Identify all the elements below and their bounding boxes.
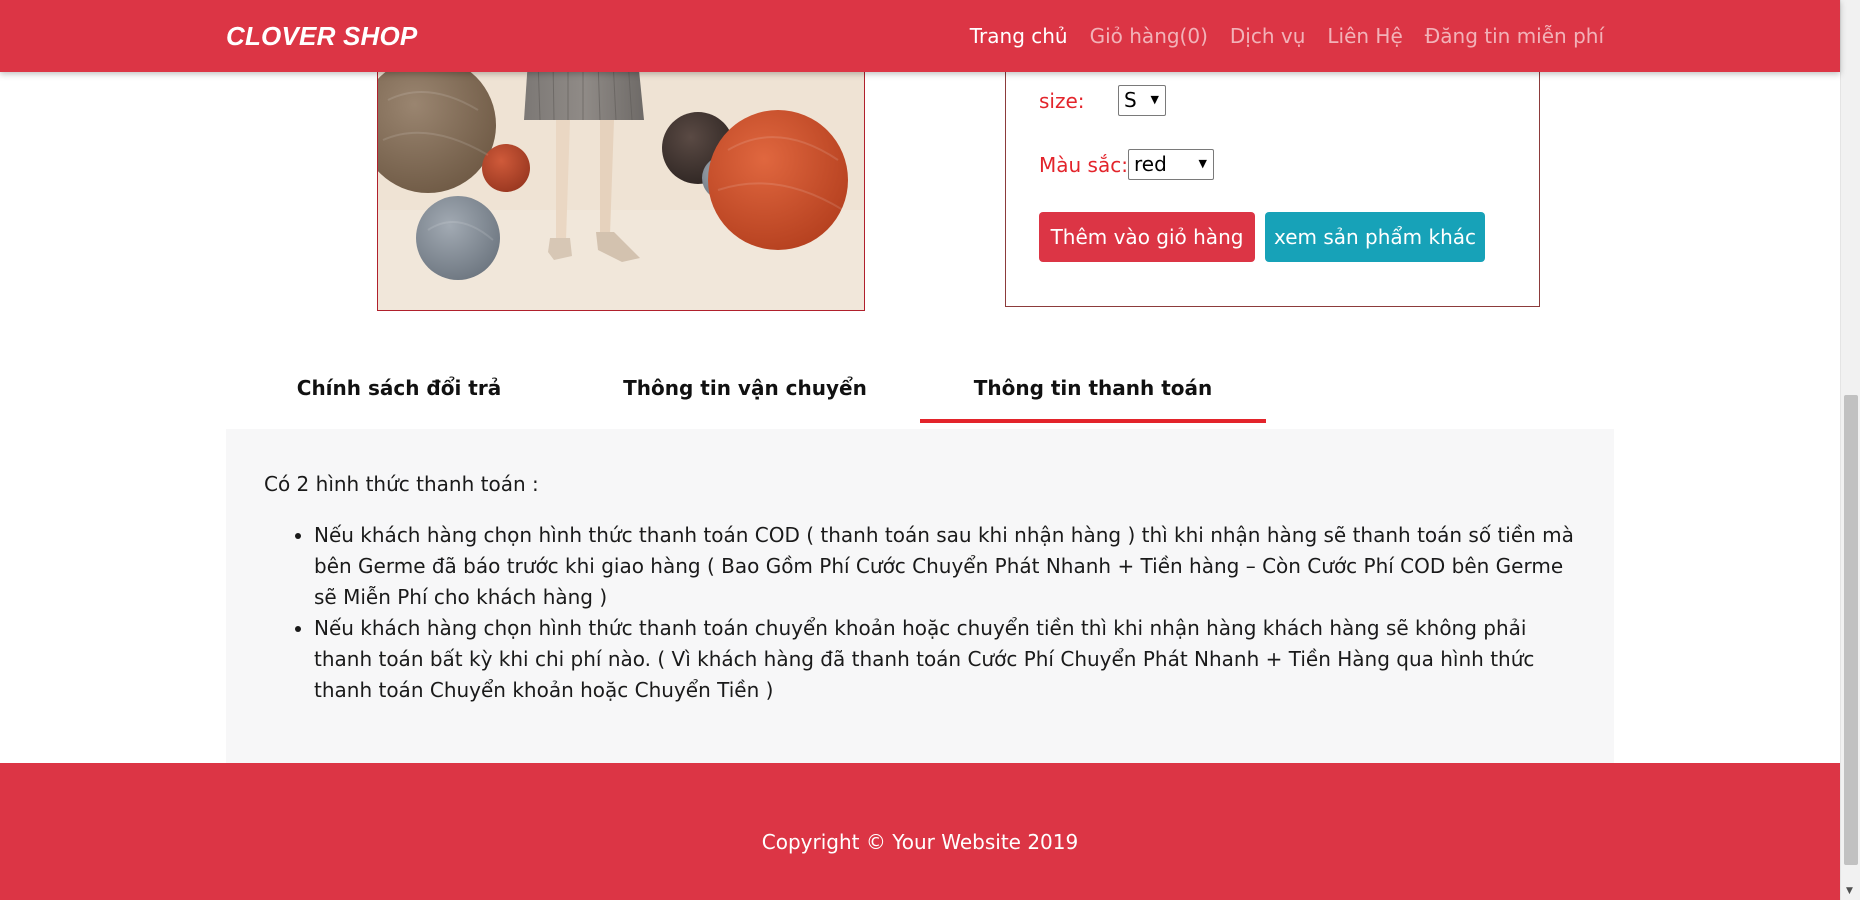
chevron-down-icon: ▼ [1198,157,1207,170]
list-item: Nếu khách hàng chọn hình thức thanh toán… [314,613,1576,706]
nav-link-contact[interactable]: Liên Hệ [1327,24,1402,48]
color-select[interactable]: red ▼ [1128,149,1214,180]
info-tabs: Chính sách đổi trả Thông tin vận chuyển … [226,363,1266,423]
scroll-down-arrow-icon[interactable]: ▼ [1846,886,1853,896]
tab-shipping-info[interactable]: Thông tin vận chuyển [572,363,918,423]
product-image [377,60,865,311]
payment-intro: Có 2 hình thức thanh toán : [264,472,539,496]
tab-payment-info[interactable]: Thông tin thanh toán [920,363,1266,423]
tab-content-payment: Có 2 hình thức thanh toán : Nếu khách hà… [226,429,1614,763]
add-to-cart-button[interactable]: Thêm vào giỏ hàng [1039,212,1255,262]
tab-return-policy[interactable]: Chính sách đổi trả [226,363,572,423]
size-select-value: S [1124,88,1137,112]
size-select[interactable]: S ▼ [1118,85,1166,116]
nav-link-home[interactable]: Trang chủ [970,24,1068,48]
nav-link-services[interactable]: Dịch vụ [1230,24,1306,48]
copyright-text: Copyright © Your Website 2019 [761,830,1079,854]
vertical-scrollbar[interactable]: ▼ [1840,0,1860,900]
size-label: size: [1039,89,1085,113]
chevron-down-icon: ▼ [1150,93,1159,106]
brand-logo[interactable]: CLOVER SHOP [226,21,417,52]
product-options-panel: size: S ▼ Màu sắc: red ▼ Thêm vào giỏ hà… [1005,60,1540,307]
nav-links: Trang chủ Giỏ hàng(0) Dịch vụ Liên Hệ Đă… [970,24,1604,48]
color-label: Màu sắc: [1039,153,1128,177]
payment-methods-list: Nếu khách hàng chọn hình thức thanh toán… [264,520,1576,706]
nav-link-cart[interactable]: Giỏ hàng(0) [1090,24,1208,48]
scrollbar-thumb[interactable] [1844,395,1858,865]
footer: Copyright © Your Website 2019 [0,763,1840,900]
nav-link-post-free[interactable]: Đăng tin miễn phí [1425,24,1604,48]
list-item: Nếu khách hàng chọn hình thức thanh toán… [314,520,1576,613]
color-select-value: red [1134,152,1167,176]
navbar: CLOVER SHOP Trang chủ Giỏ hàng(0) Dịch v… [0,0,1840,72]
view-other-products-button[interactable]: xem sản phẩm khác [1265,212,1485,262]
